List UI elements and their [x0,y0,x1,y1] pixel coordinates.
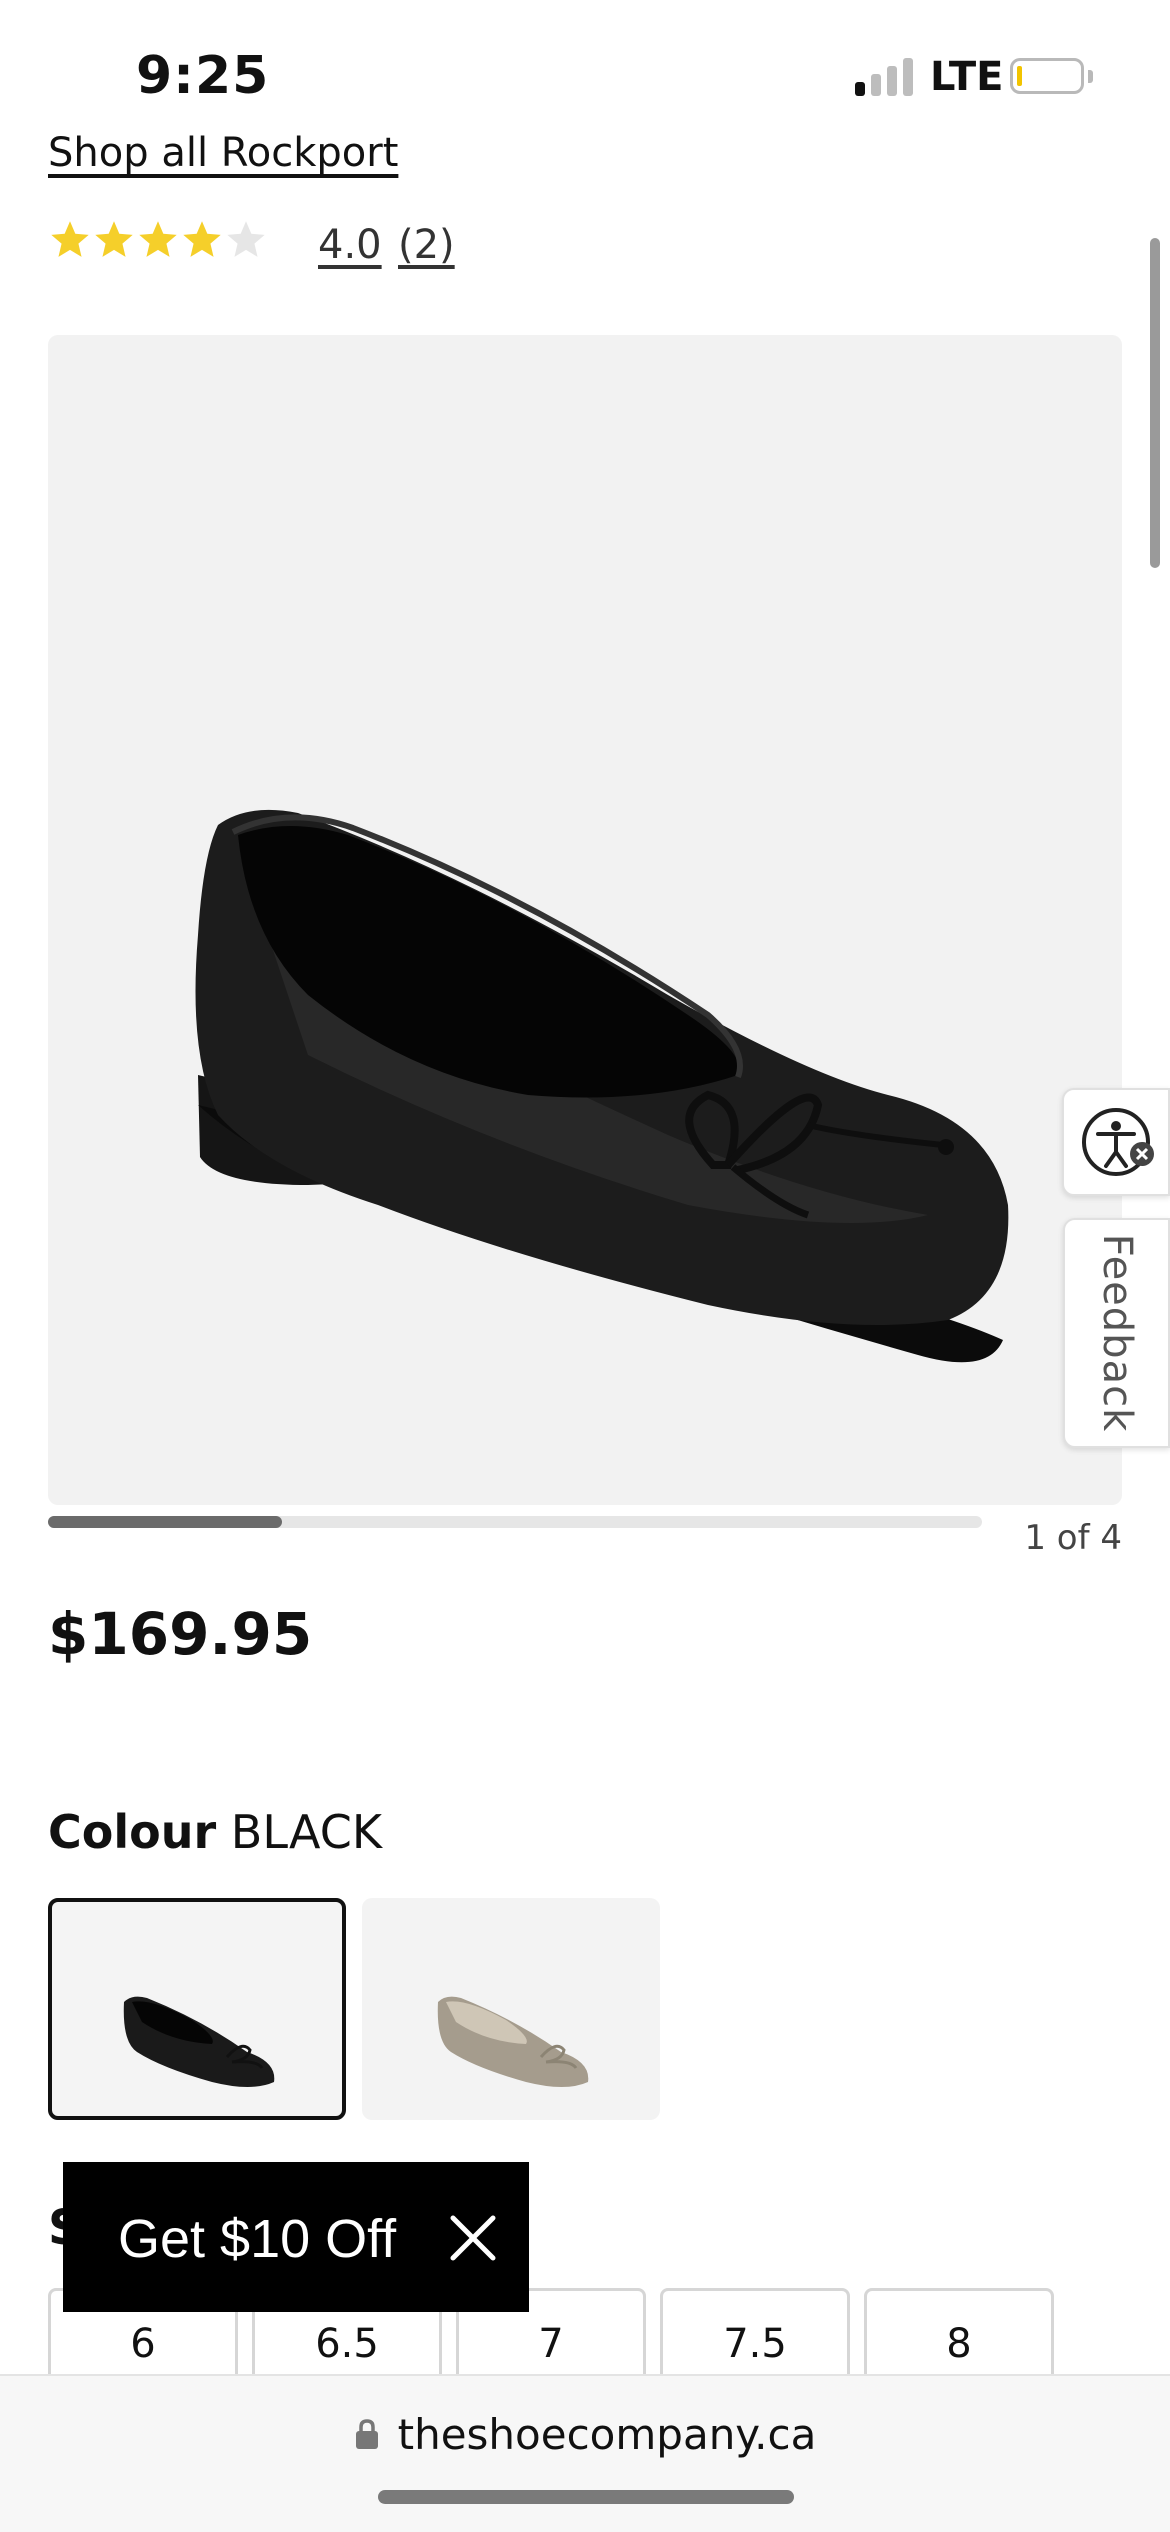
battery-tip [1088,70,1093,83]
browser-address-bar[interactable]: theshoecompany.ca [0,2374,1170,2532]
image-counter: 1 of 4 [1024,1518,1122,1558]
shop-all-brand-link[interactable]: Shop all Rockport [48,130,398,176]
rating-value[interactable]: 4.0 [318,222,382,268]
accessibility-button[interactable] [1062,1088,1170,1196]
black-flat-thumbnail [123,1996,275,2087]
status-bar: 9:25 LTE [0,0,1170,140]
close-icon[interactable] [443,2208,503,2268]
black-flat-swatch[interactable] [48,1898,346,2120]
image-carousel-progress [48,1516,982,1528]
accessibility-icon [1082,1108,1154,1176]
black-ballet-flat-image [195,809,1009,1363]
battery-icon [1010,58,1084,94]
star-filled-icon [183,221,221,257]
lock-icon [355,2418,378,2449]
colour-heading: Colour BLACK [48,1805,382,1859]
colour-selected-value: BLACK [230,1805,382,1859]
colour-label: Colour [48,1805,217,1859]
metallic-flat-thumbnail [437,1996,589,2087]
status-time: 9:25 [136,46,270,106]
product-image[interactable] [48,335,1122,1505]
promo-banner[interactable]: Get $10 Off [63,2162,529,2312]
star-filled-icon [139,221,177,257]
metallic-flat-swatch[interactable] [362,1898,660,2120]
signal-icon [855,58,913,96]
feedback-tab[interactable]: Feedback [1063,1218,1170,1448]
star-empty-icon [227,221,265,257]
rating-count[interactable]: (2) [398,222,455,268]
feedback-label[interactable]: Feedback [1094,1234,1140,1433]
product-price: $169.95 [48,1600,313,1668]
image-carousel-progress-fill [48,1516,282,1528]
star-filled-icon [95,221,133,257]
url-display[interactable]: theshoecompany.ca [0,2410,1170,2459]
home-indicator[interactable] [378,2490,794,2504]
page-scrollbar[interactable] [1150,238,1160,568]
star-rating [48,218,268,262]
star-filled-icon [51,221,89,257]
network-label: LTE [930,54,1004,100]
promo-text[interactable]: Get $10 Off [118,2208,396,2270]
url-text[interactable]: theshoecompany.ca [398,2410,817,2459]
